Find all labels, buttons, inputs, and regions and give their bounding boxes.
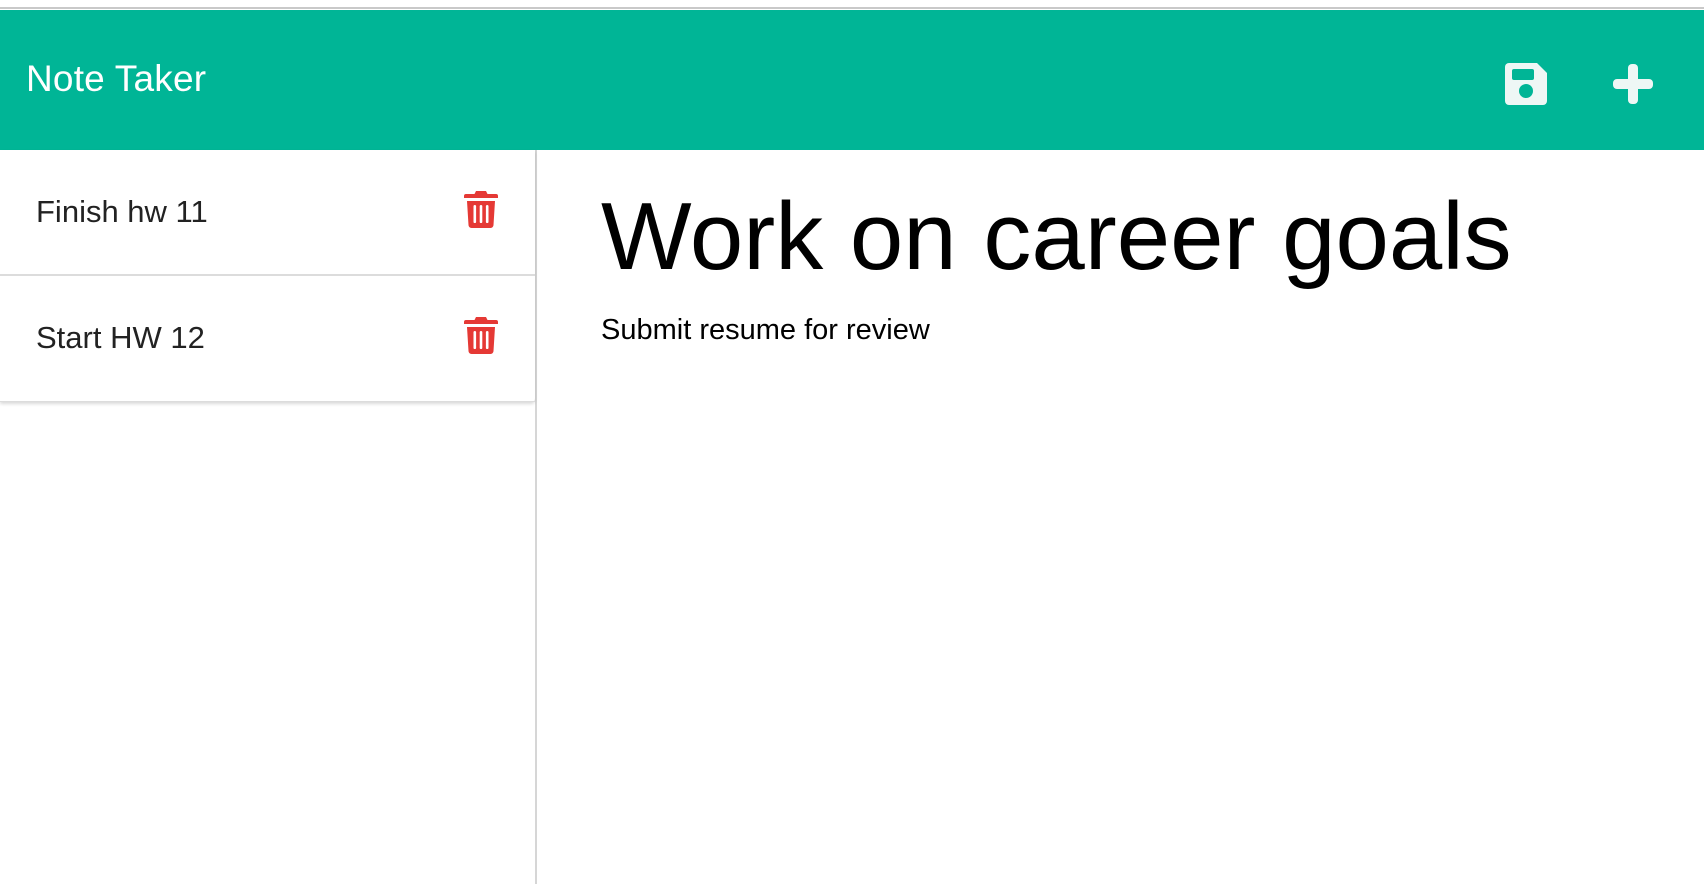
floppy-disk-save-icon xyxy=(1505,63,1547,105)
delete-note-button[interactable] xyxy=(464,316,498,354)
list-item[interactable]: Finish hw 11 xyxy=(0,150,535,276)
trash-icon xyxy=(464,317,498,354)
new-note-button[interactable] xyxy=(1605,56,1661,112)
note-title-input[interactable] xyxy=(601,182,1661,292)
list-item[interactable]: Start HW 12 xyxy=(0,276,535,402)
delete-note-button[interactable] xyxy=(464,190,498,228)
navbar: Note Taker xyxy=(0,10,1704,150)
note-body-textarea[interactable]: Submit resume for review xyxy=(601,312,1661,852)
note-title-label: Start HW 12 xyxy=(36,320,205,355)
save-note-button[interactable] xyxy=(1498,56,1554,112)
note-taker-app: Note Taker Finish hw 11 Start HW 12 Work… xyxy=(0,0,1704,884)
trash-icon xyxy=(464,191,498,228)
plus-icon xyxy=(1613,64,1653,104)
app-title[interactable]: Note Taker xyxy=(26,60,206,97)
note-title-label: Finish hw 11 xyxy=(36,194,208,229)
note-editor: Submit resume for review xyxy=(537,150,1704,884)
window-top-edge xyxy=(0,0,1704,9)
notes-sidebar: Finish hw 11 Start HW 12 xyxy=(0,150,537,884)
note-list: Finish hw 11 Start HW 12 xyxy=(0,150,535,402)
